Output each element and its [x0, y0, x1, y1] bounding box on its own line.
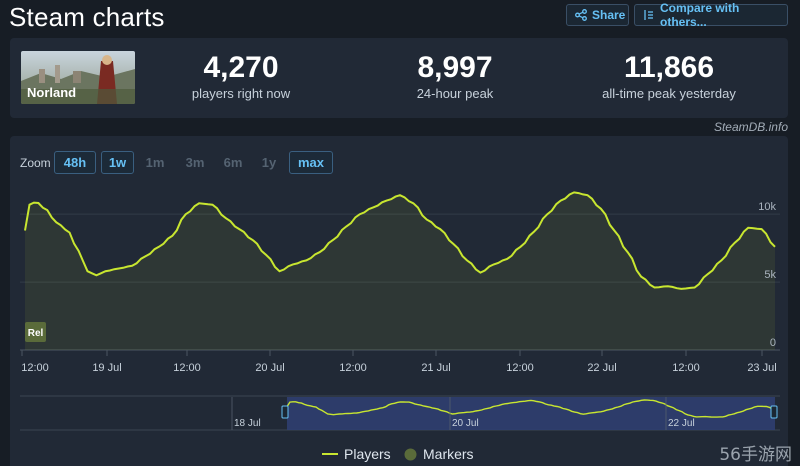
- y-tick-label: 5k: [764, 269, 776, 281]
- site-watermark: 56手游网: [719, 445, 792, 465]
- navigator-label: 20 Jul: [452, 418, 479, 429]
- x-tick-label: 20 Jul: [255, 362, 284, 374]
- release-marker[interactable]: Rel: [25, 322, 46, 342]
- legend-players[interactable]: Players: [322, 446, 391, 462]
- release-marker-label: Rel: [28, 328, 44, 339]
- navigator-selection[interactable]: [287, 397, 775, 430]
- x-tick-label: 22 Jul: [587, 362, 616, 374]
- y-tick-label: 0: [770, 337, 776, 349]
- x-tick-label: 12:00: [173, 362, 201, 374]
- legend-line-icon: [322, 453, 338, 455]
- navigator[interactable]: 18 Jul 20 Jul 22 Jul: [20, 395, 780, 431]
- x-tick-label: 12:00: [339, 362, 367, 374]
- player-chart[interactable]: 0 5k 10k 12:00 19 Jul 12:00 20 Jul 12:00 21 Jul…: [0, 0, 800, 466]
- x-tick-label: 12:00: [21, 362, 49, 374]
- navigator-handle-right[interactable]: [770, 405, 778, 419]
- legend-markers-label: Markers: [423, 446, 474, 462]
- legend-players-label: Players: [344, 446, 391, 462]
- x-tick-label: 19 Jul: [92, 362, 121, 374]
- x-tick-label: 12:00: [672, 362, 700, 374]
- y-tick-label: 10k: [758, 201, 776, 213]
- navigator-label: 22 Jul: [668, 418, 695, 429]
- navigator-handle-left[interactable]: [281, 405, 289, 419]
- x-tick-label: 23 Jul: [747, 362, 776, 374]
- legend-marker-icon: [404, 448, 417, 460]
- x-tick-label: 21 Jul: [421, 362, 450, 374]
- players-area: [25, 192, 775, 350]
- legend-markers[interactable]: Markers: [404, 446, 474, 462]
- x-tick-label: 12:00: [506, 362, 534, 374]
- navigator-label: 18 Jul: [234, 418, 261, 429]
